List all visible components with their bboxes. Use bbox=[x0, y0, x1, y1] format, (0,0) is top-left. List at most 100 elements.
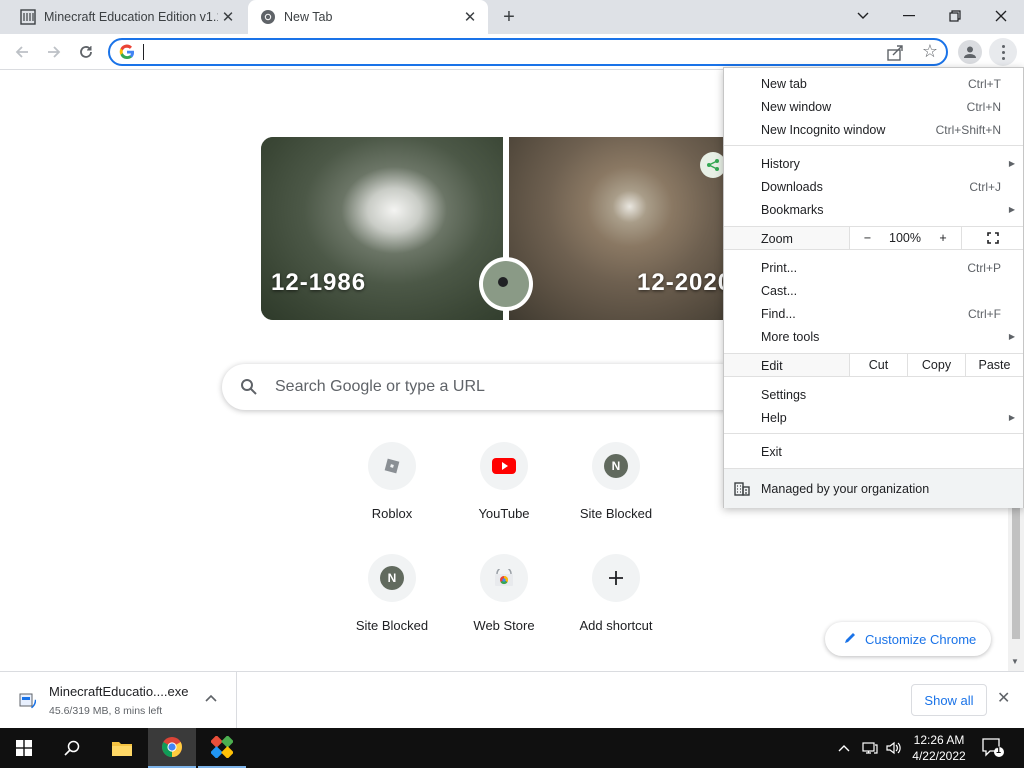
plus-icon bbox=[592, 554, 640, 602]
back-button[interactable] bbox=[8, 38, 36, 66]
google-doodle[interactable]: 12-1986 12-2020 bbox=[261, 137, 741, 320]
close-icon[interactable]: ✕ bbox=[997, 688, 1010, 708]
submenu-arrow-icon: ▶ bbox=[1008, 205, 1015, 214]
windows-taskbar: 12:26 AM 4/22/2022 1 bbox=[0, 728, 1024, 768]
shortcut-site-blocked[interactable]: N Site Blocked bbox=[560, 442, 672, 554]
file-explorer-button[interactable] bbox=[98, 728, 146, 768]
building-icon bbox=[20, 9, 36, 25]
submenu-arrow-icon: ▶ bbox=[1008, 159, 1015, 168]
share-icon[interactable] bbox=[886, 44, 904, 62]
youtube-icon bbox=[480, 442, 528, 490]
minimize-button[interactable] bbox=[886, 0, 932, 32]
text-caret bbox=[143, 44, 144, 60]
menu-item-cast[interactable]: Cast... bbox=[724, 279, 1023, 302]
close-window-button[interactable] bbox=[978, 0, 1024, 32]
shortcut-site-blocked[interactable]: N Site Blocked bbox=[336, 554, 448, 666]
web-store-icon bbox=[480, 554, 528, 602]
search-icon bbox=[64, 740, 80, 756]
pencil-icon bbox=[843, 631, 857, 648]
menu-item-downloads[interactable]: Downloads Ctrl+J bbox=[724, 175, 1023, 198]
reload-button[interactable] bbox=[72, 38, 100, 66]
chevron-up-icon[interactable] bbox=[205, 691, 217, 705]
zoom-out-button[interactable]: − bbox=[849, 227, 885, 249]
download-status: 45.6/319 MB, 8 mins left bbox=[49, 705, 163, 717]
network-icon[interactable] bbox=[862, 728, 878, 768]
menu-item-bookmarks[interactable]: Bookmarks ▶ bbox=[724, 198, 1023, 221]
zoom-in-button[interactable]: + bbox=[925, 227, 961, 249]
menu-item-exit[interactable]: Exit bbox=[724, 440, 1023, 463]
tab-title: Minecraft Education Edition v1.1 bbox=[44, 10, 218, 24]
menu-item-find[interactable]: Find... Ctrl+F bbox=[724, 302, 1023, 325]
customize-label: Customize Chrome bbox=[865, 631, 977, 647]
profile-avatar[interactable] bbox=[958, 40, 982, 64]
reload-icon bbox=[80, 46, 92, 58]
close-tab-icon[interactable]: ✕ bbox=[218, 7, 238, 27]
shortcut-label: Roblox bbox=[371, 506, 413, 521]
shortcut-label: Site Blocked bbox=[355, 618, 429, 633]
address-bar[interactable]: ☆ bbox=[108, 38, 948, 66]
submenu-arrow-icon: ▶ bbox=[1008, 332, 1015, 341]
paste-button[interactable]: Paste bbox=[965, 354, 1023, 376]
new-tab-button[interactable]: + bbox=[498, 6, 520, 28]
chrome-menu-button[interactable] bbox=[989, 38, 1017, 66]
doodle-year-left: 12-1986 bbox=[271, 269, 367, 296]
menu-item-managed[interactable]: Managed by your organization bbox=[724, 468, 1023, 508]
forward-arrow-icon bbox=[48, 46, 61, 58]
volume-icon[interactable] bbox=[886, 728, 902, 768]
shortcut-label: Site Blocked bbox=[579, 506, 653, 521]
copy-button[interactable]: Copy bbox=[907, 354, 965, 376]
menu-item-more-tools[interactable]: More tools ▶ bbox=[724, 325, 1023, 348]
start-button[interactable] bbox=[0, 728, 48, 768]
building-icon bbox=[734, 482, 750, 499]
minecraft-education-taskbar-button[interactable] bbox=[198, 728, 246, 768]
download-item[interactable]: MinecraftEducatio....exe 45.6/319 MB, 8 … bbox=[0, 672, 237, 728]
tab-title: New Tab bbox=[284, 10, 333, 24]
shortcut-label: Add shortcut bbox=[579, 618, 653, 633]
restore-button[interactable] bbox=[932, 0, 978, 32]
bookmark-star-icon[interactable]: ☆ bbox=[922, 41, 938, 62]
show-all-downloads-button[interactable]: Show all bbox=[911, 684, 987, 716]
clock-time: 12:26 AM bbox=[913, 733, 965, 747]
shortcut-label: Web Store bbox=[473, 618, 535, 633]
cut-button[interactable]: Cut bbox=[849, 354, 907, 376]
tab-minecraft[interactable]: Minecraft Education Edition v1.1 ✕ bbox=[8, 0, 246, 34]
folder-icon bbox=[112, 742, 132, 756]
ntp-search-box[interactable]: Search Google or type a URL bbox=[222, 364, 802, 410]
shortcut-youtube[interactable]: YouTube bbox=[448, 442, 560, 554]
tab-strip: Minecraft Education Edition v1.1 ✕ New T… bbox=[0, 0, 1024, 34]
menu-item-new-tab[interactable]: New tab Ctrl+T bbox=[724, 72, 1023, 95]
scroll-down-arrow-icon[interactable]: ▼ bbox=[1011, 657, 1019, 666]
clock-date: 4/22/2022 bbox=[912, 749, 966, 763]
notification-count: 1 bbox=[996, 745, 1002, 755]
chrome-taskbar-button[interactable] bbox=[148, 728, 196, 768]
menu-edit-row: Edit Cut Copy Paste bbox=[724, 353, 1023, 377]
taskbar-clock[interactable]: 12:26 AM 4/22/2022 bbox=[906, 732, 972, 764]
shortcut-web-store[interactable]: Web Store bbox=[448, 554, 560, 666]
doodle-year-right: 12-2020 bbox=[637, 269, 733, 296]
tab-search-icon[interactable] bbox=[840, 0, 886, 32]
menu-separator bbox=[724, 145, 1023, 146]
menu-item-settings[interactable]: Settings bbox=[724, 383, 1023, 406]
add-shortcut-button[interactable]: Add shortcut bbox=[560, 554, 672, 666]
doodle-slider-handle[interactable] bbox=[479, 257, 533, 311]
menu-item-print[interactable]: Print... Ctrl+P bbox=[724, 256, 1023, 279]
customize-chrome-button[interactable]: Customize Chrome bbox=[825, 622, 991, 656]
show-hidden-icons-chevron[interactable] bbox=[838, 728, 850, 768]
minecraft-education-icon bbox=[211, 736, 233, 758]
close-tab-icon[interactable]: ✕ bbox=[460, 7, 480, 27]
submenu-arrow-icon: ▶ bbox=[1008, 413, 1015, 422]
taskbar-search-button[interactable] bbox=[48, 728, 96, 768]
menu-separator bbox=[724, 433, 1023, 434]
search-icon bbox=[241, 379, 257, 395]
menu-item-new-incognito[interactable]: New Incognito window Ctrl+Shift+N bbox=[724, 118, 1023, 141]
tab-new-tab[interactable]: New Tab ✕ bbox=[248, 0, 488, 34]
letter-n-icon: N bbox=[380, 566, 404, 590]
fullscreen-icon[interactable] bbox=[961, 227, 1023, 249]
shortcut-roblox[interactable]: Roblox bbox=[336, 442, 448, 554]
forward-button[interactable] bbox=[40, 38, 68, 66]
menu-item-history[interactable]: History ▶ bbox=[724, 152, 1023, 175]
notifications-icon[interactable]: 1 bbox=[982, 738, 1004, 758]
scrollbar-thumb[interactable] bbox=[1012, 499, 1020, 639]
menu-item-new-window[interactable]: New window Ctrl+N bbox=[724, 95, 1023, 118]
menu-item-help[interactable]: Help ▶ bbox=[724, 406, 1023, 429]
